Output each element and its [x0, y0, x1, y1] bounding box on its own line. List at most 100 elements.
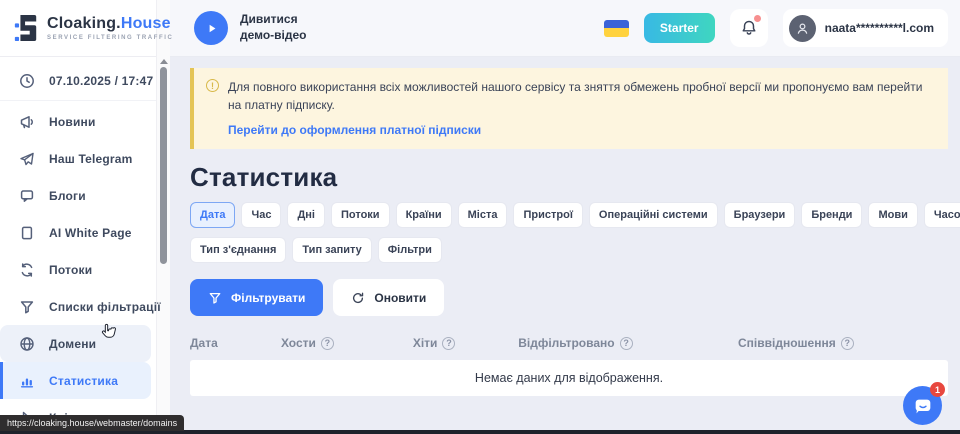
- tab-devices[interactable]: Пристрої: [513, 202, 582, 228]
- column-label: Дата: [190, 336, 218, 350]
- sidebar-item-filter-lists[interactable]: Списки фільтрації: [0, 288, 156, 325]
- column-header-hosts: Хости: [281, 336, 413, 350]
- warning-icon: !: [206, 79, 219, 92]
- demo-video-button[interactable]: Дивитися демо-відео: [194, 11, 307, 45]
- topbar: Дивитися демо-відео Starter naata*******…: [170, 0, 960, 57]
- stats-table-header: Дата Хости Хіти Відфільтровано Співвідно…: [190, 329, 948, 357]
- refresh-button-label: Оновити: [374, 291, 426, 305]
- filter-button[interactable]: Фільтрувати: [190, 279, 323, 316]
- sidebar-item-streams[interactable]: Потоки: [0, 251, 156, 288]
- sidebar-item-label: Домени: [49, 337, 96, 351]
- stats-tabs-row1: Дата Час Дні Потоки Країни Міста Пристро…: [190, 202, 948, 228]
- account-menu[interactable]: naata**********l.com: [783, 9, 948, 47]
- link-status-tooltip: https://cloaking.house/webmaster/domains: [0, 415, 184, 431]
- tab-filters[interactable]: Фільтри: [378, 237, 442, 263]
- column-label: Хости: [281, 336, 316, 350]
- scrollbar-thumb[interactable]: [160, 67, 167, 264]
- sidebar-item-label: Списки фільтрації: [49, 300, 161, 314]
- tab-request-type[interactable]: Тип запиту: [292, 237, 371, 263]
- plan-badge[interactable]: Starter: [644, 13, 715, 43]
- column-header-hits: Хіти: [413, 336, 518, 350]
- sidebar-item-label: AI White Page: [49, 226, 132, 240]
- column-header-ratio: Співвідношення: [738, 336, 948, 350]
- tab-days[interactable]: Дні: [287, 202, 325, 228]
- sidebar-item-label: Наш Telegram: [49, 152, 133, 166]
- app-root: Cloaking.House SERVICE FILTERING TRAFFIC…: [0, 0, 960, 434]
- brand-name-accent: House: [121, 15, 171, 32]
- help-icon[interactable]: [321, 337, 334, 350]
- topbar-right: Starter naata**********l.com: [604, 9, 948, 47]
- funnel-icon: [19, 299, 35, 315]
- tab-time[interactable]: Час: [241, 202, 281, 228]
- sidebar: Cloaking.House SERVICE FILTERING TRAFFIC…: [0, 0, 156, 434]
- column-header-filtered: Відфільтровано: [518, 336, 738, 350]
- trial-alert: ! Для повного використання всіх можливос…: [190, 68, 948, 149]
- column-label: Відфільтровано: [518, 336, 614, 350]
- demo-label-line2: демо-відео: [240, 28, 307, 42]
- tab-date[interactable]: Дата: [190, 202, 235, 228]
- upgrade-subscription-link[interactable]: Перейти до оформлення платної підписки: [228, 123, 934, 137]
- sidebar-item-ai-white-page[interactable]: AI White Page: [0, 214, 156, 251]
- sidebar-item-news[interactable]: Новини: [0, 103, 156, 140]
- demo-video-label: Дивитися демо-відео: [240, 12, 307, 43]
- sidebar-item-telegram[interactable]: Наш Telegram: [0, 140, 156, 177]
- notifications-button[interactable]: [730, 9, 768, 47]
- sidebar-datetime: 07.10.2025 / 17:47: [0, 61, 156, 101]
- sidebar-item-blogs[interactable]: Блоги: [0, 177, 156, 214]
- funnel-icon: [208, 291, 222, 305]
- globe-icon: [19, 336, 35, 352]
- sidebar-datetime-label: 07.10.2025 / 17:47: [49, 74, 153, 88]
- column-header-date: Дата: [190, 336, 281, 350]
- column-label: Співвідношення: [738, 336, 836, 350]
- trial-alert-text: Для повного використання всіх можливосте…: [228, 78, 934, 114]
- tab-os[interactable]: Операційні системи: [589, 202, 718, 228]
- help-icon[interactable]: [841, 337, 854, 350]
- tab-connection-type[interactable]: Тип з'єднання: [190, 237, 286, 263]
- notification-dot: [754, 15, 761, 22]
- sidebar-item-label: Новини: [49, 115, 96, 129]
- sidebar-item-label: Потоки: [49, 263, 92, 277]
- brand-tagline: SERVICE FILTERING TRAFFIC: [47, 35, 173, 41]
- ukraine-flag-icon[interactable]: [604, 20, 629, 37]
- clock-icon: [19, 73, 35, 89]
- help-icon[interactable]: [620, 337, 633, 350]
- demo-label-line1: Дивитися: [240, 12, 298, 26]
- tab-languages[interactable]: Мови: [868, 202, 917, 228]
- brand-logo[interactable]: Cloaking.House SERVICE FILTERING TRAFFIC: [0, 0, 156, 57]
- tab-browsers[interactable]: Браузери: [724, 202, 796, 228]
- stats-tabs-row2: Тип з'єднання Тип запиту Фільтри: [190, 237, 948, 263]
- column-label: Хіти: [413, 336, 438, 350]
- main-content: ! Для повного використання всіх можливос…: [170, 57, 960, 434]
- help-icon[interactable]: [442, 337, 455, 350]
- chat-widget-button[interactable]: 1: [903, 386, 942, 425]
- streams-sync-icon: [19, 262, 35, 278]
- sidebar-scrollbar[interactable]: [156, 0, 170, 434]
- chat-widget-icon: [912, 395, 934, 417]
- bell-icon: [740, 19, 758, 37]
- actions-row: Фільтрувати Оновити: [190, 279, 948, 316]
- bar-chart-icon: [19, 373, 35, 389]
- user-avatar-icon: [789, 15, 816, 42]
- empty-state: Немає даних для відображення.: [190, 360, 948, 396]
- account-email: naata**********l.com: [825, 21, 934, 35]
- refresh-button[interactable]: Оновити: [333, 279, 444, 316]
- brand-name: Cloaking.: [47, 15, 121, 32]
- megaphone-icon: [19, 114, 35, 130]
- tab-brands[interactable]: Бренди: [801, 202, 862, 228]
- page-title: Статистика: [190, 162, 948, 193]
- sidebar-item-statistics[interactable]: Статистика: [0, 362, 151, 399]
- play-icon[interactable]: [194, 11, 228, 45]
- brand-logo-icon: [13, 13, 39, 43]
- tab-streams[interactable]: Потоки: [331, 202, 390, 228]
- telegram-icon: [19, 151, 35, 167]
- sidebar-item-domains[interactable]: Домени: [0, 325, 151, 362]
- tab-countries[interactable]: Країни: [396, 202, 452, 228]
- stats-table: Дата Хости Хіти Відфільтровано Співвідно…: [190, 329, 948, 396]
- scroll-up-arrow-icon[interactable]: [160, 59, 168, 64]
- chat-unread-badge: 1: [930, 382, 945, 397]
- tab-cities[interactable]: Міста: [458, 202, 508, 228]
- filter-button-label: Фільтрувати: [231, 291, 305, 305]
- tab-timezone[interactable]: Часовий пояс: [924, 202, 960, 228]
- sidebar-item-label: Статистика: [49, 374, 118, 388]
- brand-text: Cloaking.House SERVICE FILTERING TRAFFIC: [47, 15, 173, 41]
